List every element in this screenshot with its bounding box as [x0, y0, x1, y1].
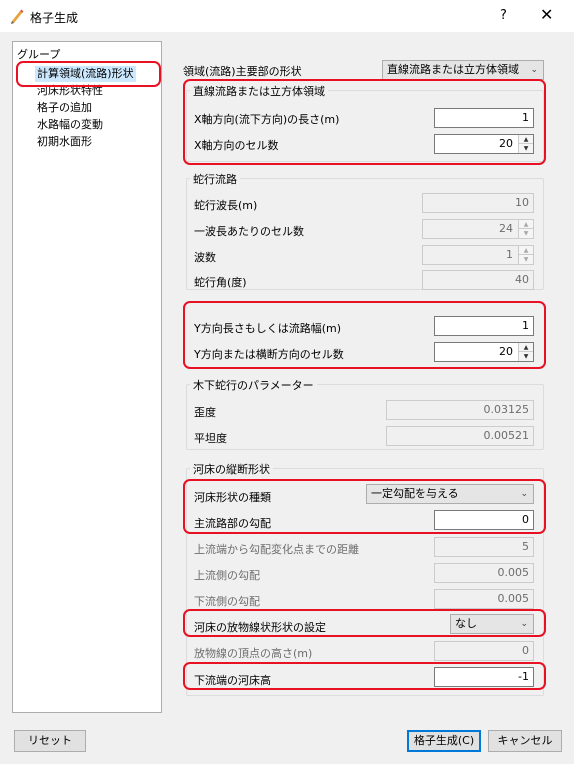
vertex-label: 放物線の頂点の高さ(m) [194, 647, 313, 660]
vertex-input[interactable]: 0 [434, 641, 534, 661]
bed-type-value: 一定勾配を与える [371, 487, 459, 500]
x-cells-spin[interactable]: ▲ ▼ [518, 135, 533, 153]
pencil-icon [11, 9, 24, 24]
title-bar: 格子生成 ? ✕ [0, 0, 574, 32]
x-cells-stepper[interactable]: 20 ▲ ▼ [434, 134, 534, 154]
flatness-input[interactable]: 0.00521 [386, 426, 534, 446]
upstream-slope-input[interactable]: 0.005 [434, 563, 534, 583]
tree-item-channel-width[interactable]: 水路幅の変動 [35, 117, 105, 133]
x-length-label: X軸方向(流下方向)の長さ(m) [194, 113, 340, 126]
main-slope-label: 主流路部の勾配 [194, 517, 271, 530]
x-length-input[interactable]: 1 [434, 108, 534, 128]
upstream-dist-label: 上流端から勾配変化点までの距離 [194, 543, 359, 556]
flatness-label: 平坦度 [194, 432, 227, 445]
cancel-button[interactable]: キャンセル [488, 730, 562, 752]
kinoshita-group-title: 木下蛇行のパラメーター [190, 377, 317, 393]
spin-down-icon[interactable]: ▼ [519, 144, 533, 153]
upstream-dist-input[interactable]: 5 [434, 537, 534, 557]
meander-group-title: 蛇行流路 [190, 171, 240, 187]
downstream-bed-label: 下流端の河床高 [194, 674, 271, 687]
y-cells-spin[interactable]: ▲ ▼ [518, 343, 533, 361]
main-slope-input[interactable]: 0 [434, 510, 534, 530]
downstream-bed-input[interactable]: -1 [434, 667, 534, 687]
spin-up-icon[interactable]: ▲ [519, 246, 533, 255]
help-button[interactable]: ? [500, 8, 507, 23]
y-length-label: Y方向長さもしくは流路幅(m) [194, 322, 342, 335]
reset-button[interactable]: リセット [14, 730, 86, 752]
bed-type-label: 河床形状の種類 [194, 491, 271, 504]
spin-up-icon[interactable]: ▲ [519, 135, 533, 144]
y-length-input[interactable]: 1 [434, 316, 534, 336]
skewness-label: 歪度 [194, 406, 216, 419]
cells-per-wave-label: 一波長あたりのセル数 [194, 225, 304, 238]
cells-per-wave-stepper[interactable]: 24 ▲ ▼ [422, 219, 534, 239]
group-tree-panel: グループ 計算領域(流路)形状 河床形状特性 格子の追加 水路幅の変動 初期水面… [12, 41, 162, 713]
wavelength-label: 蛇行波長(m) [194, 199, 258, 212]
shape-combo-value: 直線流路または立方体領域 [387, 63, 519, 76]
generate-grid-button[interactable]: 格子生成(C) [407, 730, 481, 752]
x-cells-value: 20 [499, 137, 513, 150]
tree-item-bed-shape[interactable]: 河床形状特性 [35, 83, 105, 99]
chevron-down-icon: ⌄ [530, 65, 538, 75]
spin-up-icon[interactable]: ▲ [519, 343, 533, 352]
cells-per-wave-spin[interactable]: ▲ ▼ [518, 220, 533, 238]
x-cells-label: X軸方向のセル数 [194, 139, 279, 152]
parabola-combo[interactable]: なし ⌄ [450, 614, 534, 634]
downstream-slope-label: 下流側の勾配 [194, 595, 260, 608]
upstream-slope-label: 上流側の勾配 [194, 569, 260, 582]
parabola-value: なし [455, 617, 477, 630]
shape-label: 領域(流路)主要部の形状 [183, 65, 302, 78]
bed-type-combo[interactable]: 一定勾配を与える ⌄ [366, 484, 534, 504]
tree-item-add-grid[interactable]: 格子の追加 [35, 100, 94, 116]
waves-stepper[interactable]: 1 ▲ ▼ [422, 245, 534, 265]
spin-up-icon[interactable]: ▲ [519, 220, 533, 229]
tree-item-initial-water[interactable]: 初期水面形 [35, 134, 94, 150]
spin-down-icon[interactable]: ▼ [519, 229, 533, 238]
y-cells-label: Y方向または横断方向のセル数 [194, 348, 344, 361]
downstream-slope-input[interactable]: 0.005 [434, 589, 534, 609]
wavelength-input[interactable]: 10 [422, 193, 534, 213]
angle-label: 蛇行角(度) [194, 276, 247, 289]
shape-combo[interactable]: 直線流路または立方体領域 ⌄ [382, 60, 544, 80]
window-title: 格子生成 [30, 11, 79, 25]
chevron-down-icon: ⌄ [520, 619, 528, 629]
waves-label: 波数 [194, 251, 216, 264]
y-cells-stepper[interactable]: 20 ▲ ▼ [434, 342, 534, 362]
group-header: グループ [17, 48, 61, 61]
y-cells-value: 20 [499, 345, 513, 358]
waves-spin[interactable]: ▲ ▼ [518, 246, 533, 264]
tree-item-calc-domain-shape[interactable]: 計算領域(流路)形状 [35, 66, 136, 82]
cells-per-wave-value: 24 [499, 222, 513, 235]
angle-input[interactable]: 40 [422, 270, 534, 290]
spin-down-icon[interactable]: ▼ [519, 255, 533, 264]
bed-group-title: 河床の縦断形状 [190, 461, 273, 477]
close-button[interactable]: ✕ [540, 5, 553, 24]
straight-group-title: 直線流路または立方体領域 [190, 83, 328, 99]
spin-down-icon[interactable]: ▼ [519, 352, 533, 361]
waves-value: 1 [506, 248, 513, 261]
skewness-input[interactable]: 0.03125 [386, 400, 534, 420]
chevron-down-icon: ⌄ [520, 489, 528, 499]
parabola-label: 河床の放物線状形状の設定 [194, 621, 326, 634]
